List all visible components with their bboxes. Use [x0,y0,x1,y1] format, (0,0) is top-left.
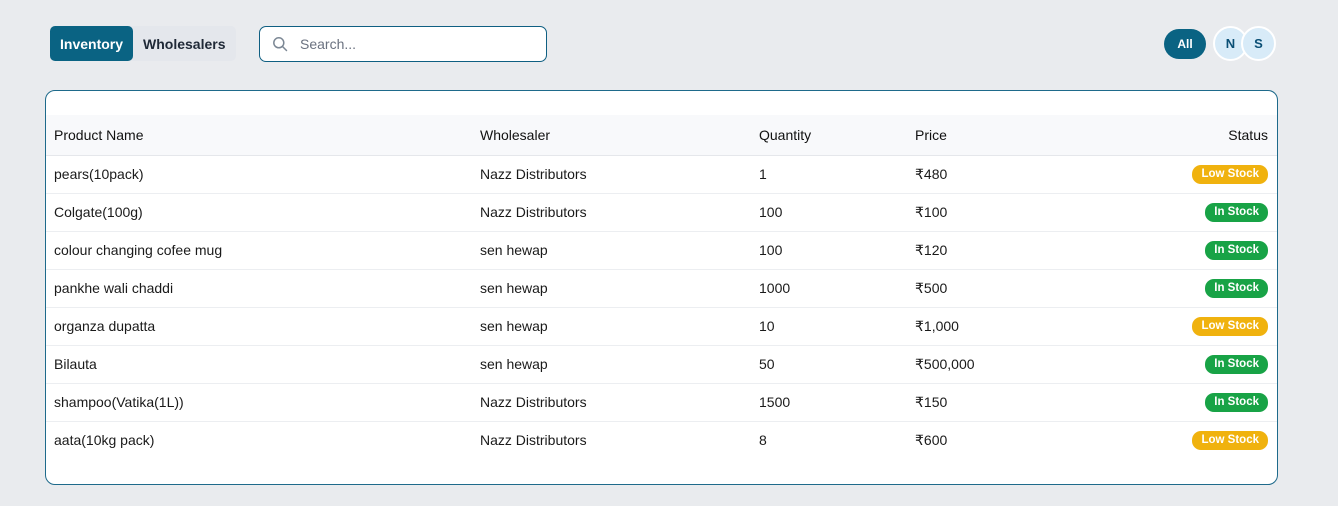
cell-wholesaler: Nazz Distributors [480,155,759,194]
cell-product: pankhe wali chaddi [46,269,480,308]
search-input[interactable] [300,36,546,52]
status-badge: In Stock [1205,393,1268,412]
cell-status: In Stock [1115,269,1277,308]
table-row[interactable]: colour changing cofee mug sen hewap 100 … [46,231,1277,270]
cell-status: In Stock [1115,383,1277,422]
cell-quantity: 1000 [759,269,915,308]
cell-price: ₹500 [915,269,1115,308]
status-badge: In Stock [1205,355,1268,374]
cell-status: In Stock [1115,345,1277,384]
cell-wholesaler: sen hewap [480,307,759,346]
cell-status: In Stock [1115,193,1277,232]
cell-quantity: 8 [759,432,767,449]
table-header-row: Product Name Wholesaler Quantity Price S… [46,115,1277,156]
table-row[interactable]: shampoo(Vatika(1L)) Nazz Distributors 15… [46,383,1277,422]
cell-product: colour changing cofee mug [46,231,480,270]
cell-status: Low Stock [1115,155,1277,194]
cell-wholesaler: Nazz Distributors [480,193,759,232]
cell-quantity: 1500 [759,383,915,422]
tab-wholesalers[interactable]: Wholesalers [133,26,235,61]
search-box[interactable] [259,26,547,62]
cell-price: ₹1,000 [915,307,1115,346]
cell-price: ₹100 [915,193,1115,232]
view-tabs: Inventory Wholesalers [50,26,236,61]
cell-wholesaler: sen hewap [480,269,759,308]
cell-quantity: 100 [759,193,915,232]
cell-price: ₹480 [915,155,1115,194]
cell-product: pears(10pack) [46,155,480,194]
cell-price: ₹150 [915,383,1115,422]
header-quantity: Quantity [759,115,915,156]
table-row[interactable]: pears(10pack) Nazz Distributors 1 ₹480 L… [46,155,1277,194]
cell-wholesaler: Nazz Distributors [480,383,759,422]
status-badge: In Stock [1205,279,1268,298]
cell-product: aata(10kg pack) [54,432,155,449]
cell-quantity: 10 [759,307,915,346]
cell-wholesaler: sen hewap [480,231,759,270]
cell-status: In Stock [1115,231,1277,270]
top-bar: Inventory Wholesalers All N S [0,0,1338,90]
cell-product: Colgate(100g) [46,193,480,232]
cell-price: ₹120 [915,231,1115,270]
cell-price: ₹600 [915,431,948,448]
status-badge: In Stock [1205,241,1268,260]
avatar-s[interactable]: S [1241,26,1276,61]
cell-wholesaler: sen hewap [480,345,759,384]
status-badge: Low Stock [1192,317,1268,336]
inventory-card: Product Name Wholesaler Quantity Price S… [45,90,1278,485]
header-wholesaler: Wholesaler [480,115,759,156]
cell-quantity: 100 [759,231,915,270]
search-icon [272,36,288,52]
avatar-group: N S [1213,26,1279,62]
header-status: Status [1115,115,1277,156]
cell-wholesaler: Nazz Distributors [480,432,587,449]
cell-price: ₹500,000 [915,345,1115,384]
table-row[interactable]: Colgate(100g) Nazz Distributors 100 ₹100… [46,193,1277,232]
cell-product: shampoo(Vatika(1L)) [46,383,480,422]
header-price: Price [915,115,1115,156]
status-badge: In Stock [1205,203,1268,222]
filter-all-button[interactable]: All [1164,29,1206,59]
table-row[interactable]: pankhe wali chaddi sen hewap 1000 ₹500 I… [46,269,1277,308]
cell-product: Bilauta [46,345,480,384]
status-badge: Low Stock [1192,165,1268,184]
tab-inventory[interactable]: Inventory [50,26,134,61]
cell-quantity: 50 [759,345,915,384]
cell-quantity: 1 [759,155,915,194]
cell-product: organza dupatta [46,307,480,346]
cell-status: Low Stock [1115,421,1277,459]
table-row[interactable]: aata(10kg pack) Nazz Distributors 8 ₹600… [46,421,1277,459]
table-row[interactable]: Bilauta sen hewap 50 ₹500,000 In Stock [46,345,1277,384]
table-row[interactable]: organza dupatta sen hewap 10 ₹1,000 Low … [46,307,1277,346]
status-badge: Low Stock [1192,431,1268,451]
inventory-table: Product Name Wholesaler Quantity Price S… [46,115,1277,459]
cell-status: Low Stock [1115,307,1277,346]
header-product-name: Product Name [46,115,480,156]
